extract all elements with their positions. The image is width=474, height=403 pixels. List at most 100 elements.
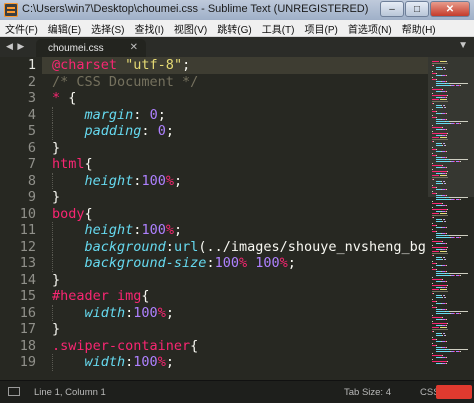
- code-line[interactable]: .swiper-container{: [52, 338, 198, 355]
- menu-tools[interactable]: 工具(T): [257, 21, 300, 36]
- minimap-mark: [444, 219, 445, 220]
- code-line[interactable]: }: [52, 321, 60, 338]
- tab-nav-arrows-icon[interactable]: ◀ ▶: [6, 41, 25, 52]
- minimap-mark: [436, 85, 450, 86]
- minimap-mark: [432, 115, 433, 116]
- maximize-button[interactable]: □: [405, 1, 429, 17]
- tab-dropdown-icon[interactable]: ▼: [458, 40, 468, 51]
- menu-edit[interactable]: 编辑(E): [43, 21, 86, 36]
- minimap-mark: [460, 275, 461, 276]
- line-number: 5: [27, 123, 36, 139]
- minimap-mark: [445, 259, 446, 260]
- minimap-mark: [432, 207, 433, 208]
- minimap[interactable]: [428, 57, 474, 380]
- minimap-mark: [432, 125, 433, 126]
- tab-size-indicator[interactable]: Tab Size: 4: [344, 387, 391, 398]
- code-line[interactable]: background:url(../images/shouye_nvsheng_…: [52, 239, 428, 256]
- minimap-mark: [432, 247, 447, 248]
- code-line[interactable]: body{: [52, 206, 93, 223]
- code-line[interactable]: }: [52, 140, 60, 157]
- minimap-mark: [432, 99, 439, 100]
- menu-goto[interactable]: 跳转(G): [212, 21, 256, 36]
- menu-project[interactable]: 项目(P): [300, 21, 343, 36]
- code-line[interactable]: height:100%;: [52, 173, 183, 190]
- code-token: background: [84, 238, 166, 255]
- minimap-mark: [460, 161, 461, 162]
- minimap-mark: [446, 81, 447, 82]
- line-number: 18: [19, 337, 36, 354]
- minimap-mark: [432, 285, 447, 286]
- code-line[interactable]: background-size:100% 100%;: [52, 255, 296, 272]
- minimap-mark: [432, 177, 448, 178]
- tab-close-icon[interactable]: ✕: [130, 42, 138, 53]
- code-token: ;: [287, 255, 296, 271]
- menu-preferences[interactable]: 首选项(N): [343, 21, 397, 36]
- code-token: *: [52, 90, 61, 106]
- menu-view[interactable]: 视图(V): [169, 21, 212, 36]
- tab-bar: ◀ ▶ choumei.css ✕ ▼: [0, 37, 474, 57]
- minimap-mark: [432, 163, 433, 164]
- code-line[interactable]: html{: [52, 156, 93, 173]
- close-button[interactable]: ✕: [430, 1, 470, 17]
- minimap-mark: [447, 247, 448, 248]
- minimap-mark: [454, 313, 455, 314]
- minimap-mark: [432, 315, 433, 316]
- minimap-mark: [446, 289, 447, 290]
- minimap-mark: [436, 351, 450, 352]
- code-line[interactable]: @charset "utf-8";: [52, 57, 190, 74]
- line-number: 6: [27, 139, 36, 156]
- code-view[interactable]: @charset "utf-8";/* CSS Document */* { m…: [52, 57, 428, 380]
- minimap-mark: [432, 291, 448, 292]
- code-line[interactable]: #header img{: [52, 288, 150, 305]
- menu-help[interactable]: 帮助(H): [397, 21, 441, 36]
- menu-selection[interactable]: 选择(S): [86, 21, 129, 36]
- code-line[interactable]: /* CSS Document */: [52, 74, 198, 91]
- minimap-mark: [436, 121, 445, 122]
- code-line[interactable]: height:100%;: [52, 222, 183, 239]
- title-bar: C:\Users\win7\Desktop\choumei.css - Subl…: [0, 0, 474, 21]
- minimap-mark: [447, 95, 448, 96]
- menu-file[interactable]: 文件(F): [0, 21, 43, 36]
- minimap-mark: [432, 289, 439, 290]
- minimap-mark: [432, 245, 433, 246]
- code-line[interactable]: }: [52, 272, 60, 289]
- code-line[interactable]: width:100%;: [52, 354, 174, 371]
- tab-choumei-css[interactable]: choumei.css ✕: [36, 39, 146, 57]
- minimap-mark: [460, 351, 461, 352]
- minimap-mark: [436, 311, 445, 312]
- minimap-mark: [442, 107, 443, 108]
- code-token: ;: [165, 304, 174, 321]
- minimap-mark: [454, 123, 455, 124]
- minimap-mark: [446, 151, 447, 152]
- minimap-mark: [446, 363, 447, 364]
- code-line[interactable]: width:100%;: [52, 305, 174, 322]
- code-token: margin: [84, 106, 134, 123]
- indent-guide: [52, 222, 53, 239]
- minimap-mark: [446, 135, 447, 136]
- minimap-mark: [432, 101, 448, 102]
- minimap-mark: [446, 233, 447, 234]
- minimap-mark: [442, 183, 443, 184]
- minimap-mark: [432, 171, 447, 172]
- panel-toggle-icon[interactable]: [8, 387, 20, 396]
- code-line[interactable]: }: [52, 189, 60, 206]
- minimap-mark: [442, 259, 443, 260]
- minimize-button[interactable]: –: [380, 1, 404, 17]
- editor-area[interactable]: 1 2 3 4 5 6 7 8 9 10 11 12 13 14 15 16 17 18 19 @charset "…: [0, 57, 474, 380]
- minimap-mark: [436, 237, 450, 238]
- menu-find[interactable]: 查找(I): [129, 21, 168, 36]
- code-token: }: [52, 321, 61, 337]
- code-token: 0: [157, 123, 166, 139]
- code-line[interactable]: margin: 0;: [52, 107, 166, 124]
- code-line[interactable]: * {: [52, 90, 76, 107]
- minimap-mark: [432, 229, 433, 230]
- code-line[interactable]: padding: 0;: [52, 123, 174, 140]
- minimap-mark: [432, 223, 433, 224]
- minimap-mark: [432, 239, 433, 240]
- code-token: 100: [133, 354, 158, 370]
- minimap-mark: [447, 133, 448, 134]
- code-token: :: [133, 106, 150, 123]
